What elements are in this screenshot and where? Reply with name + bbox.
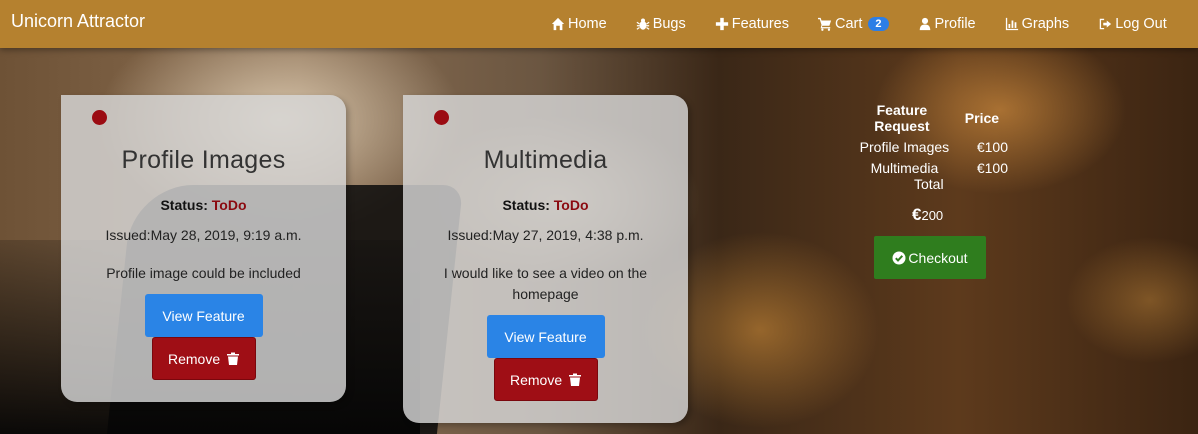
feature-status: Status: ToDo — [403, 197, 688, 213]
remove-button-label: Remove — [167, 350, 221, 367]
header-price: Price — [964, 110, 1000, 126]
nav-links: Home Bugs Features Cart 2 Profile Graphs… — [551, 0, 1196, 48]
remove-button[interactable]: Remove — [493, 358, 598, 401]
remove-button-label: Remove — [509, 371, 563, 388]
sign-out-icon — [1098, 17, 1113, 31]
feature-description: I would like to see a video on the homep… — [443, 265, 648, 302]
feature-status: Status: ToDo — [61, 197, 346, 213]
cart-header-row: Feature Request Price — [848, 102, 1008, 139]
total-label: Total — [914, 176, 944, 192]
cart-summary: Feature Request Price Profile Images €10… — [848, 102, 1008, 279]
nav-bugs-label: Bugs — [652, 16, 686, 32]
brand-link[interactable]: Unicorn Attractor — [11, 11, 145, 32]
status-dot-icon — [434, 110, 449, 125]
home-icon — [551, 17, 566, 31]
plus-icon — [715, 17, 730, 31]
feature-title: Multimedia — [483, 146, 608, 174]
view-feature-button[interactable]: View Feature — [486, 315, 605, 358]
user-icon — [918, 17, 933, 31]
status-label: Status: — [160, 197, 208, 213]
total-value: €200 — [912, 205, 943, 225]
bar-chart-icon — [1005, 17, 1020, 31]
cart-item-name: Multimedia — [870, 160, 939, 176]
checkout-label: Checkout — [908, 249, 968, 266]
feature-title: Profile Images — [121, 146, 286, 174]
remove-button[interactable]: Remove — [151, 337, 256, 380]
trash-icon — [569, 373, 582, 386]
trash-icon — [227, 352, 240, 365]
bug-icon — [636, 17, 651, 31]
nav-features[interactable]: Features — [715, 16, 789, 32]
feature-card: Multimedia Status: ToDo Issued:May 27, 2… — [403, 95, 688, 423]
cart-icon — [817, 17, 833, 31]
cart-table: Feature Request Price Profile Images €10… — [848, 102, 1008, 181]
feature-description: Profile image could be included — [106, 265, 301, 281]
nav-graphs[interactable]: Graphs — [1005, 16, 1070, 32]
nav-home-label: Home — [568, 16, 607, 32]
nav-features-label: Features — [731, 16, 789, 32]
cart-item-price: €100 — [976, 160, 1008, 176]
view-feature-button[interactable]: View Feature — [144, 294, 263, 337]
nav-home[interactable]: Home — [551, 16, 607, 32]
status-value: ToDo — [211, 197, 247, 213]
cart-item-name: Profile Images — [859, 139, 950, 155]
nav-graphs-label: Graphs — [1021, 16, 1070, 32]
status-value: ToDo — [553, 197, 589, 213]
nav-logout-label: Log Out — [1115, 16, 1167, 32]
checkout-button[interactable]: Checkout — [874, 236, 986, 279]
cart-item-price: €100 — [976, 139, 1008, 155]
feature-card: Profile Images Status: ToDo Issued:May 2… — [61, 95, 346, 402]
feature-issued-date: Issued:May 27, 2019, 4:38 p.m. — [447, 227, 644, 243]
cart-count-badge: 2 — [868, 17, 889, 31]
nav-cart-label: Cart — [834, 16, 863, 32]
nav-bugs[interactable]: Bugs — [636, 16, 686, 32]
cart-row: Profile Images €100 — [848, 139, 1008, 160]
nav-logout[interactable]: Log Out — [1098, 16, 1167, 32]
check-circle-icon — [892, 251, 906, 265]
nav-profile-label: Profile — [934, 16, 976, 32]
header-feature-request: Feature Request — [874, 102, 930, 134]
status-label: Status: — [502, 197, 550, 213]
nav-profile[interactable]: Profile — [918, 16, 976, 32]
total-amount: 200 — [921, 208, 944, 223]
feature-issued-date: Issued:May 28, 2019, 9:19 a.m. — [105, 227, 302, 243]
navbar: Unicorn Attractor Home Bugs Features Car… — [0, 0, 1198, 48]
status-dot-icon — [92, 110, 107, 125]
nav-cart[interactable]: Cart 2 — [817, 16, 889, 32]
